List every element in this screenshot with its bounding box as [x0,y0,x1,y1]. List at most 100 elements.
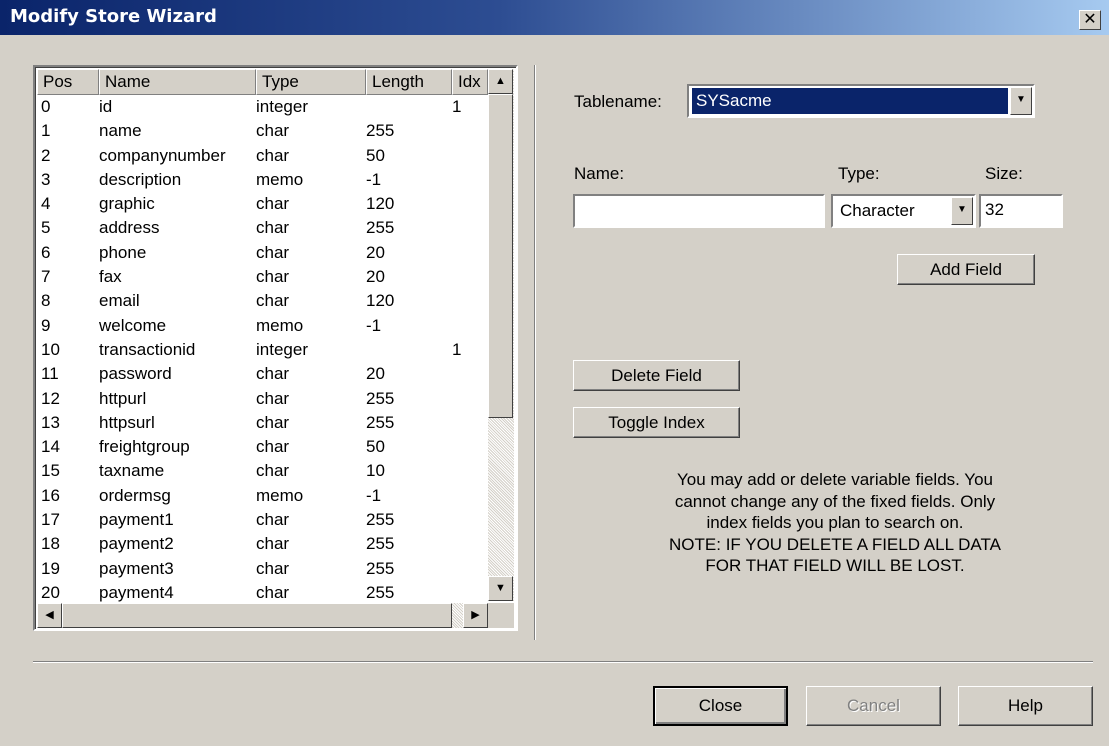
table-row[interactable]: 10 transactionid integer 1 [37,338,487,362]
cell-pos: 9 [41,315,51,335]
table-row[interactable]: 3 description memo -1 [37,168,487,192]
cell-name: graphic [99,194,155,214]
cell-type: char [256,218,290,238]
table-row[interactable]: 1 name char 255 [37,119,487,143]
cell-type: char [256,242,290,262]
cell-length: 20 [366,242,385,262]
cell-idx [452,532,487,556]
horizontal-scroll-thumb[interactable] [62,603,452,628]
column-header-idx[interactable]: Idx [452,69,488,95]
type-select[interactable]: Character ▼ [831,194,976,228]
field-list[interactable]: Pos Name Type Length Idx 0 id integer 1 1 nam… [33,65,518,631]
cell-name: freightgroup [99,437,190,457]
cell-length: 50 [366,437,385,457]
table-row[interactable]: 7 fax char 20 [37,265,487,289]
table-row[interactable]: 16 ordermsg memo -1 [37,484,487,508]
close-button[interactable]: Close [653,686,788,726]
cell-pos: 12 [41,388,60,408]
table-row[interactable]: 14 freightgroup char 50 [37,435,487,459]
cell-name: fax [99,267,122,287]
cell-name: payment4 [99,582,174,602]
table-row[interactable]: 12 httpurl char 255 [37,387,487,411]
column-header-pos[interactable]: Pos [37,69,99,95]
cell-length: 20 [366,267,385,287]
cell-length: 120 [366,194,395,214]
cell-idx [452,387,487,411]
right-arrow-icon: ▶ [471,609,480,621]
cell-name: httpsurl [99,412,155,432]
scroll-down-button[interactable]: ▼ [488,576,513,601]
cell-type: char [256,364,290,384]
tablename-dropdown-button[interactable]: ▼ [1010,87,1032,115]
table-row[interactable]: 20 payment4 char 255 [37,581,487,603]
cell-length: 255 [366,218,395,238]
list-header: Pos Name Type Length Idx [37,69,488,95]
cell-type: char [256,267,290,287]
tablename-select[interactable]: SYSacme ▼ [687,84,1035,118]
vertical-scroll-thumb[interactable] [488,94,513,418]
scroll-right-button[interactable]: ▶ [463,603,488,628]
table-row[interactable]: 19 payment3 char 255 [37,557,487,581]
cell-name: description [99,169,182,189]
cell-idx [452,192,487,216]
table-row[interactable]: 9 welcome memo -1 [37,314,487,338]
name-field[interactable] [573,194,825,228]
cell-type: char [256,412,290,432]
table-row[interactable]: 6 phone char 20 [37,241,487,265]
column-header-type[interactable]: Type [256,69,366,95]
table-row[interactable]: 11 password char 20 [37,362,487,386]
column-header-length[interactable]: Length [366,69,452,95]
vertical-scrollbar[interactable]: ▲ ▼ [488,69,514,601]
cell-length: 255 [366,510,395,530]
cell-pos: 13 [41,412,60,432]
cell-name: ordermsg [99,485,171,505]
column-header-name[interactable]: Name [99,69,256,95]
table-row[interactable]: 17 payment1 char 255 [37,508,487,532]
cell-type: char [256,121,290,141]
cell-idx: 1 [452,97,462,116]
horizontal-scrollbar[interactable]: ◀ ▶ [37,603,488,628]
delete-field-button[interactable]: Delete Field [573,360,740,391]
type-dropdown-button[interactable]: ▼ [951,197,973,225]
cell-idx [452,581,487,603]
window-title: Modify Store Wizard [10,6,217,27]
cell-length [366,95,452,119]
cell-type: integer [256,339,308,359]
cell-idx [452,241,487,265]
table-row[interactable]: 0 id integer 1 [37,95,487,119]
cell-idx [452,508,487,532]
cell-idx [452,314,487,338]
scroll-left-button[interactable]: ◀ [37,603,62,628]
cell-pos: 14 [41,437,60,457]
cancel-button[interactable]: Cancel [806,686,941,726]
vertical-divider [534,65,536,640]
cell-idx [452,119,487,143]
cell-pos: 17 [41,510,60,530]
help-button[interactable]: Help [958,686,1093,726]
scroll-up-button[interactable]: ▲ [488,69,513,94]
cell-length: 255 [366,388,395,408]
table-row[interactable]: 8 email char 120 [37,289,487,313]
table-row[interactable]: 2 companynumber char 50 [37,144,487,168]
cell-idx [452,484,487,508]
list-rows: 0 id integer 1 1 name char 255 2 companynumber cha… [37,95,487,603]
size-field[interactable]: 32 [979,194,1063,228]
cell-length: 20 [366,364,385,384]
toggle-index-button[interactable]: Toggle Index [573,407,740,438]
cell-name: password [99,364,172,384]
cell-idx [452,557,487,581]
cell-pos: 19 [41,558,60,578]
cell-idx [452,459,487,483]
cell-name: welcome [99,315,167,335]
table-row[interactable]: 13 httpsurl char 255 [37,411,487,435]
table-row[interactable]: 5 address char 255 [37,216,487,240]
table-row[interactable]: 18 payment2 char 255 [37,532,487,556]
cell-name: email [99,291,140,311]
cell-pos: 5 [41,218,51,238]
table-row[interactable]: 4 graphic char 120 [37,192,487,216]
add-field-button[interactable]: Add Field [897,254,1035,285]
table-row[interactable]: 15 taxname char 10 [37,459,487,483]
close-window-button[interactable]: ✕ [1079,10,1101,30]
cell-name: payment2 [99,534,174,554]
cell-name: name [99,121,142,141]
